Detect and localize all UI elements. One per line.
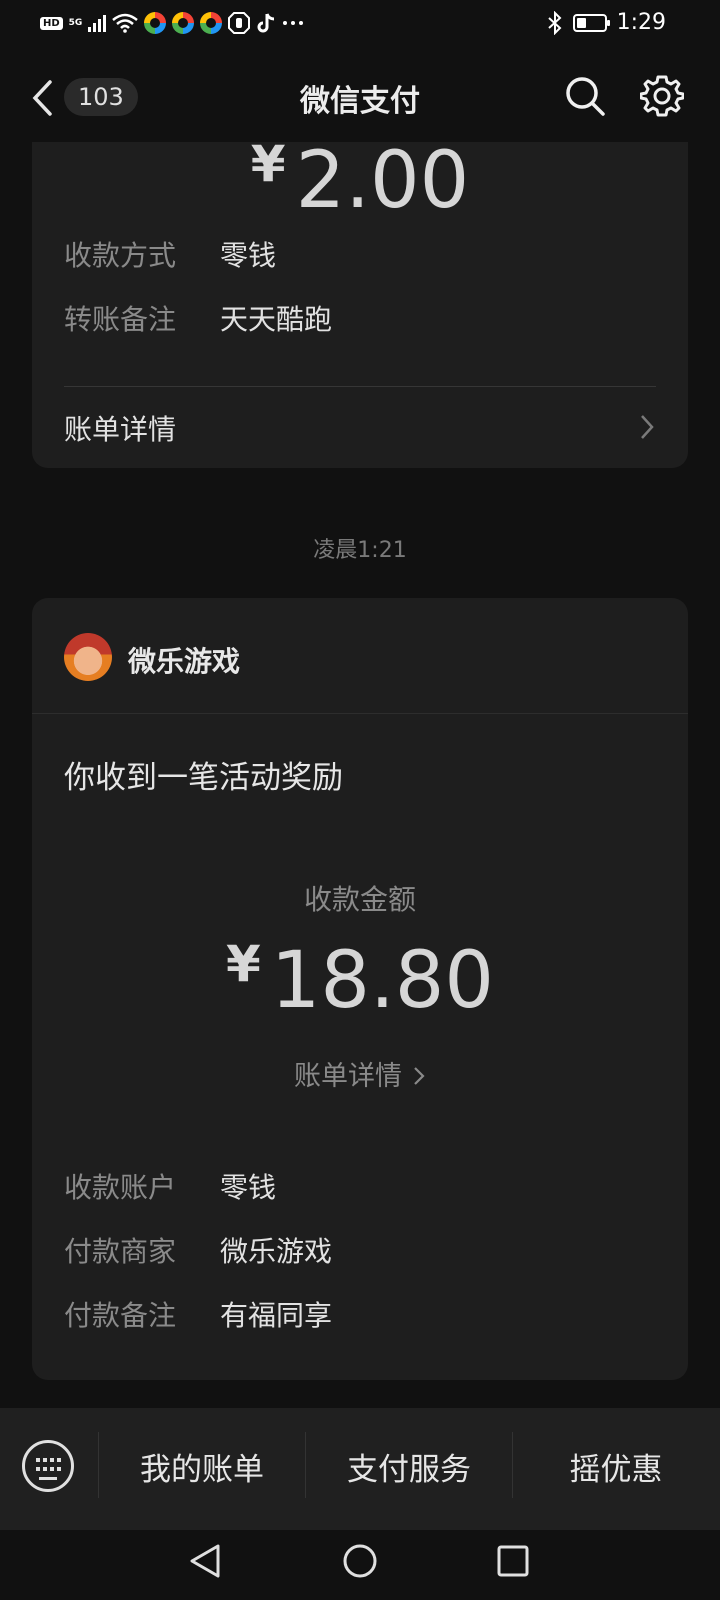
signal-icon — [88, 14, 107, 32]
keyboard-icon[interactable] — [22, 1440, 74, 1492]
amount-value: 18.80 — [270, 936, 495, 1026]
network-type: 5G — [68, 18, 83, 28]
transfer-note-label: 转账备注 — [64, 303, 177, 336]
payer-merchant-value: 微乐游戏 — [220, 1235, 333, 1268]
currency-symbol: ¥ — [225, 935, 261, 993]
nav-recents-icon[interactable] — [496, 1544, 530, 1578]
reward-amount: ¥18.80 — [0, 935, 720, 1026]
amount-value: 2.00 — [295, 136, 470, 226]
payment-method-value: 零钱 — [220, 239, 277, 272]
bill-detail-link[interactable]: 账单详情 — [64, 408, 176, 448]
status-bar: HD 5G 1:29 — [0, 0, 720, 50]
payer-merchant-label: 付款商家 — [64, 1235, 177, 1268]
reward-notice: 你收到一笔活动奖励 — [64, 760, 343, 796]
bill-detail-label[interactable]: 账单详情 — [294, 1061, 402, 1092]
nav-back-icon[interactable] — [188, 1543, 222, 1579]
merchant-name[interactable]: 微乐游戏 — [128, 640, 240, 680]
tiktok-icon — [257, 13, 275, 33]
app-ring-icon — [200, 12, 223, 34]
chevron-right-icon[interactable] — [640, 414, 654, 440]
app-ring-icon — [172, 12, 195, 34]
more-dots-icon — [283, 21, 304, 25]
amount-label: 收款金额 — [303, 883, 416, 916]
chevron-right-icon[interactable] — [412, 1065, 426, 1087]
tab-payment-services[interactable]: 支付服务 — [306, 1444, 512, 1489]
hand-icon — [228, 12, 251, 34]
wifi-icon — [112, 13, 139, 33]
status-time: 1:29 — [616, 10, 666, 35]
tab-shake-offers[interactable]: 摇优惠 — [513, 1444, 719, 1489]
tab-my-bills[interactable]: 我的账单 — [99, 1444, 305, 1489]
payment-method-label: 收款方式 — [64, 239, 177, 272]
battery-icon — [572, 13, 610, 32]
transfer-amount: ¥2.00 — [0, 135, 720, 226]
page-title: 微信支付 — [300, 84, 420, 119]
search-icon[interactable] — [563, 74, 607, 118]
payment-note-label: 付款备注 — [64, 1299, 177, 1332]
receive-account-value: 零钱 — [220, 1171, 277, 1204]
merchant-avatar[interactable] — [64, 633, 112, 681]
divider — [32, 713, 688, 714]
hd-icon: HD — [40, 16, 63, 30]
status-left: HD 5G — [40, 12, 304, 34]
currency-symbol: ¥ — [250, 135, 286, 193]
app-ring-icon — [144, 12, 167, 34]
bill-detail-link[interactable]: 账单详情 — [0, 1054, 720, 1093]
gear-icon[interactable] — [640, 74, 684, 118]
bluetooth-icon — [547, 10, 562, 35]
transfer-note-value: 天天酷跑 — [220, 303, 333, 336]
status-right: 1:29 — [547, 10, 666, 35]
divider — [64, 386, 656, 387]
nav-home-icon[interactable] — [342, 1543, 378, 1579]
message-timestamp: 凌晨1:21 — [313, 538, 407, 563]
receive-account-label: 收款账户 — [64, 1171, 177, 1204]
payment-note-value: 有福同享 — [220, 1299, 333, 1332]
